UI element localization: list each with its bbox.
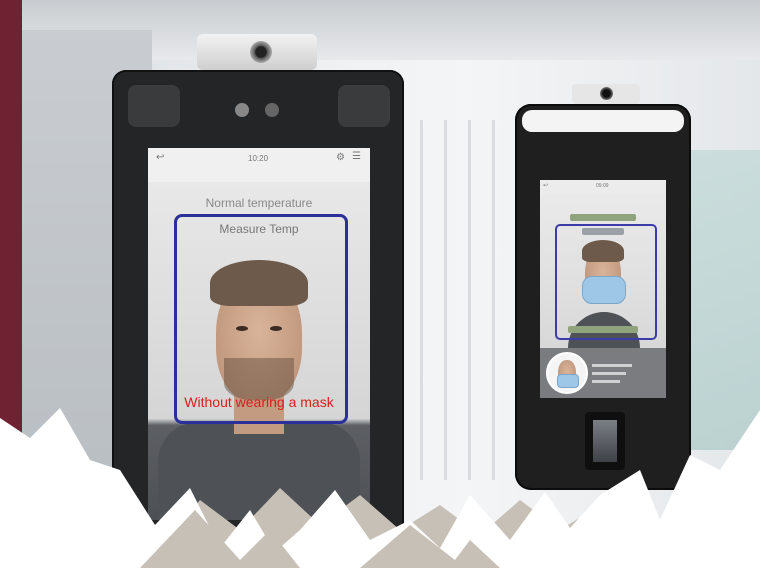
product-photo: ↩ 10:20 ⚙ ☰ Normal temperature Measure T… — [0, 0, 760, 568]
mountain-white-shape — [0, 408, 760, 568]
decorative-mountain-overlay — [0, 408, 760, 568]
